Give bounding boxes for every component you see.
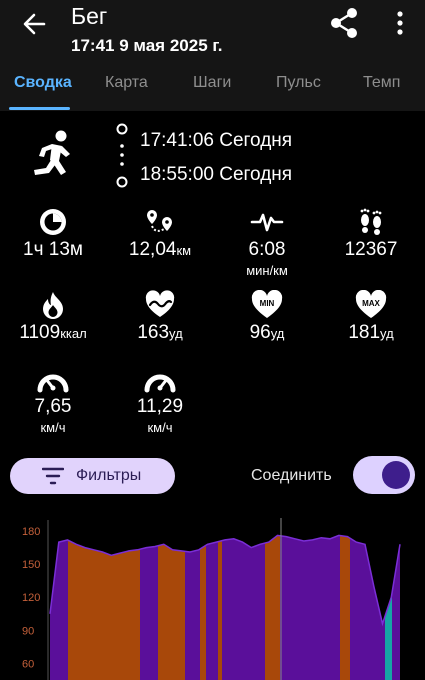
tab-map[interactable]: Карта [105,74,148,92]
heart-wave-icon [145,290,175,317]
y-tick-label: 150 [22,559,40,571]
filter-icon [42,467,64,485]
app-bar: Бег 17:41 9 мая 2025 г. Сводка Карта Шаг… [0,0,425,111]
stat-distance: 12,04км [110,207,210,261]
share-icon[interactable] [328,6,360,40]
y-tick-label: 90 [22,625,34,637]
heart-max-icon: MAX [355,290,387,318]
distance-unit: км [176,243,192,258]
max-hr-value: 181 [348,322,381,343]
calories-value: 1109 [19,322,61,343]
stat-steps: 12367 [321,207,421,261]
distance-value: 12,04 [128,239,177,260]
stat-calories: 1109ккал [3,290,103,344]
duration-value: 1ч 13м [23,239,83,260]
tab-steps[interactable]: Шаги [193,74,231,92]
pace-value: 6:08 [248,239,286,260]
footprints-icon [360,208,382,235]
avg-hr-unit: уд [169,326,183,341]
stat-avg-speed: 7,65 км/ч [3,366,103,435]
zone-band [140,535,158,680]
min-hr-value: 96 [249,322,271,343]
zone-band [392,535,400,680]
stat-min-heart-rate: MIN 96уд [217,290,317,344]
page-subtitle: 17:41 9 мая 2025 г. [71,36,223,55]
y-axis-ticks: 180 150 120 90 60 [22,526,40,670]
stat-avg-heart-rate: 163уд [110,290,210,344]
speedometer-max-icon [144,374,176,393]
end-time: 18:55:00 Сегодня [140,164,293,185]
avg-hr-value: 163 [137,322,170,343]
tab-pulse[interactable]: Пульс [276,74,321,92]
min-hr-unit: уд [270,326,285,341]
y-tick-label: 60 [22,658,34,670]
zone-band [185,535,200,680]
active-tab-indicator [9,107,70,110]
zone-band [350,535,385,680]
zone-band [206,535,218,680]
zone-band [265,535,280,680]
stat-max-heart-rate: MAX 181уд [321,290,421,344]
tab-summary[interactable]: Сводка [14,74,72,92]
join-label: Соединить [251,467,332,484]
calories-unit: ккал [60,326,87,341]
max-hr-unit: уд [380,326,394,341]
avg-speed-value: 7,65 [34,396,72,417]
zone-band [68,535,140,680]
zone-band [200,535,206,680]
pace-icon [250,213,284,232]
heart-rate-chart: 180 150 120 90 60 [22,518,401,680]
max-badge: MAX [362,299,380,308]
page-title: Бег [71,3,108,29]
running-person-icon [34,130,70,175]
back-arrow-icon[interactable] [18,8,50,40]
start-time: 17:41:06 Сегодня [140,130,293,151]
filters-button[interactable]: Фильтры [10,458,175,494]
zone-band [158,535,185,680]
time-range-indicator [116,123,128,188]
stat-duration: 1ч 13м [3,207,103,261]
min-badge: MIN [260,299,275,308]
y-tick-label: 120 [22,592,40,604]
zone-band [222,535,265,680]
zone-band [218,535,222,680]
tab-bar: Сводка Карта Шаги Пульс Темп [0,66,425,111]
more-options-icon[interactable] [390,8,410,38]
join-toggle[interactable] [353,456,415,494]
route-icon [147,210,172,232]
flame-icon [43,292,63,319]
stat-pace: 6:08 мин/км [217,207,317,278]
max-speed-value: 11,29 [136,396,184,417]
pace-unit: мин/км [246,263,288,278]
toggle-knob [382,461,410,489]
tab-pace[interactable]: Темп [363,74,400,92]
avg-speed-unit: км/ч [40,420,66,435]
y-tick-label: 180 [22,526,40,538]
speedometer-icon [37,374,69,393]
timer-icon [40,209,66,235]
steps-value: 12367 [344,239,398,260]
stat-max-speed: 11,29 км/ч [110,366,210,435]
filters-label: Фильтры [76,467,142,484]
max-speed-unit: км/ч [147,420,173,435]
heart-min-icon: MIN [251,290,283,318]
